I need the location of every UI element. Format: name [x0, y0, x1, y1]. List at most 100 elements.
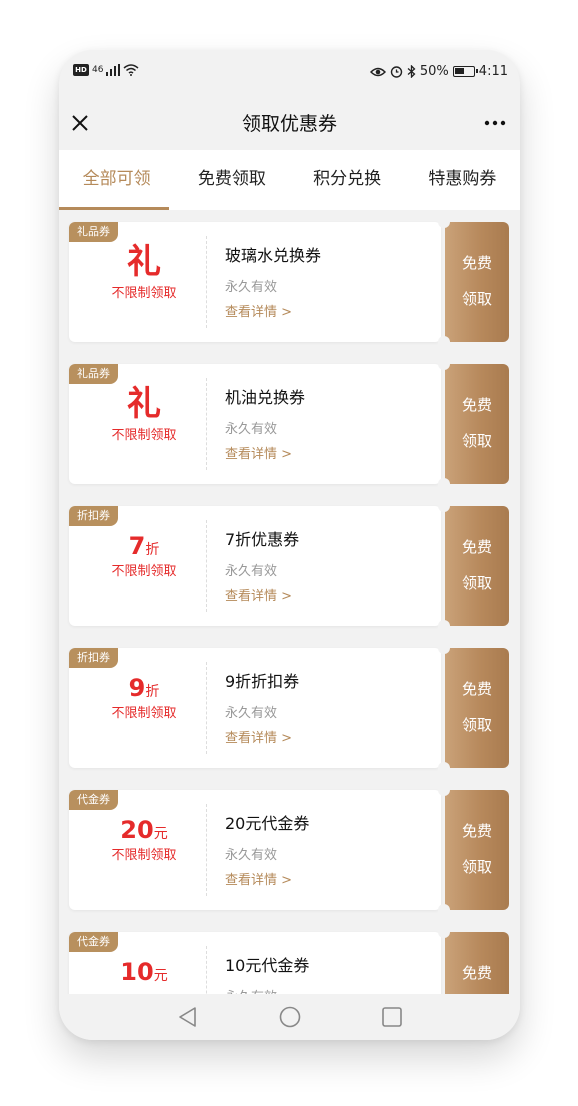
view-details-link[interactable]: 查看详情 >	[225, 301, 435, 320]
battery-icon	[452, 66, 478, 77]
nav-bar: 领取优惠券	[59, 96, 520, 150]
view-details-link[interactable]: 查看详情 >	[225, 585, 435, 604]
coupon-value: 10	[120, 958, 154, 986]
back-triangle-icon[interactable]	[175, 1004, 201, 1030]
coupon-unit: 元	[153, 968, 168, 984]
recents-square-icon[interactable]	[379, 1004, 405, 1030]
claim-label-line1: 免费	[461, 680, 492, 698]
claim-label-line1: 免费	[461, 396, 492, 414]
network-type: 46	[92, 65, 104, 75]
dashed-divider	[206, 236, 207, 328]
claim-button[interactable]: 免费 领取	[438, 642, 509, 774]
view-details-link[interactable]: 查看详情 >	[225, 727, 435, 746]
view-details-link[interactable]: 查看详情 >	[225, 869, 435, 888]
coupon-value: 20	[120, 816, 154, 844]
coupon-name: 7折优惠券	[225, 530, 300, 549]
coupon-name: 9折折扣券	[225, 672, 300, 691]
coupon-name: 玻璃水兑换券	[225, 246, 322, 265]
coupon-info: 9折折扣券 永久有效 查看详情 >	[225, 668, 435, 746]
coupon-info: 机油兑换券 永久有效 查看详情 >	[225, 384, 435, 462]
coupon-info: 20元代金券 永久有效 查看详情 >	[225, 810, 435, 888]
coupon-validity: 永久有效	[225, 280, 278, 295]
coupon-amount: 10元	[85, 958, 203, 986]
page-title: 领取优惠券	[241, 113, 337, 135]
tab-all[interactable]: 全部可领	[59, 150, 174, 210]
coupon-amount: 礼 不限制领取	[85, 242, 203, 301]
coupon-limit: 不限制领取	[111, 706, 177, 721]
coupon-unit: 折	[145, 542, 160, 558]
dashed-divider	[206, 520, 207, 612]
claim-label-line2: 领取	[461, 574, 492, 592]
battery-percent: 50%	[419, 64, 449, 79]
coupon-amount: 礼 不限制领取	[85, 384, 203, 443]
coupon-card: 礼品券 礼 不限制领取 机油兑换券 永久有效 查看详情 > 免费 领取	[69, 358, 509, 490]
coupon-value: 9	[128, 674, 146, 702]
coupon-amount: 7折 不限制领取	[85, 532, 203, 579]
coupon-validity: 永久有效	[225, 986, 435, 994]
coupon-body: 礼品券 礼 不限制领取 机油兑换券 永久有效 查看详情 >	[69, 364, 441, 484]
coupon-limit: 不限制领取	[111, 286, 177, 301]
coupon-info: 10元代金券 永久有效	[225, 952, 435, 994]
dashed-divider	[206, 946, 207, 994]
coupon-card: 折扣券 9折 不限制领取 9折折扣券 永久有效 查看详情 > 免费 领取	[69, 642, 509, 774]
claim-button[interactable]: 免费 领取	[438, 358, 509, 490]
tab-points[interactable]: 积分兑换	[290, 150, 405, 210]
coupon-unit: 元	[153, 826, 168, 842]
coupon-list[interactable]: 礼品券 礼 不限制领取 玻璃水兑换券 永久有效 查看详情 > 免费 领取 礼品券…	[59, 210, 520, 994]
coupon-body: 折扣券 9折 不限制领取 9折折扣券 永久有效 查看详情 >	[69, 648, 441, 768]
claim-label-line2: 领取	[461, 290, 492, 308]
hd-icon: HD	[73, 64, 89, 76]
coupon-name: 20元代金券	[225, 814, 310, 833]
bluetooth-icon	[407, 65, 416, 78]
coupon-value: 7	[128, 532, 146, 560]
coupon-type-badge: 折扣券	[69, 648, 118, 668]
status-bar: HD 46 50% 4:11	[59, 50, 520, 96]
wifi-icon	[123, 64, 139, 76]
coupon-type-badge: 折扣券	[69, 506, 118, 526]
coupon-amount: 9折 不限制领取	[85, 674, 203, 721]
phone-screen: HD 46 50% 4:11 领取优惠券 全部可领 免费领取 积分兑换 特惠购券…	[59, 50, 520, 1040]
claim-label-line1: 免费	[461, 964, 492, 982]
alarm-icon	[390, 66, 403, 78]
coupon-validity: 永久有效	[225, 848, 278, 863]
coupon-limit: 不限制领取	[111, 428, 177, 443]
coupon-limit: 不限制领取	[111, 564, 177, 579]
more-icon[interactable]	[480, 108, 510, 138]
dashed-divider	[206, 378, 207, 470]
coupon-info: 7折优惠券 永久有效 查看详情 >	[225, 526, 435, 604]
claim-button[interactable]: 免费 领取	[438, 784, 509, 916]
claim-button[interactable]: 免费 领取	[438, 500, 509, 632]
dashed-divider	[206, 804, 207, 896]
tab-free[interactable]: 免费领取	[174, 150, 289, 210]
eye-icon	[369, 67, 386, 76]
coupon-name: 10元代金券	[225, 956, 310, 975]
view-details-link[interactable]: 查看详情 >	[225, 443, 435, 462]
coupon-limit: 不限制领取	[111, 848, 177, 863]
dashed-divider	[206, 662, 207, 754]
category-tabs: 全部可领 免费领取 积分兑换 特惠购券	[59, 150, 520, 210]
coupon-body: 代金券 10元 10元代金券 永久有效	[69, 932, 441, 994]
coupon-validity: 永久有效	[225, 706, 278, 721]
coupon-card: 代金券 20元 不限制领取 20元代金券 永久有效 查看详情 > 免费 领取	[69, 784, 509, 916]
coupon-card: 礼品券 礼 不限制领取 玻璃水兑换券 永久有效 查看详情 > 免费 领取	[69, 216, 509, 348]
coupon-body: 折扣券 7折 不限制领取 7折优惠券 永久有效 查看详情 >	[69, 506, 441, 626]
claim-label-line2: 领取	[461, 858, 492, 876]
claim-label-line2: 领取	[461, 716, 492, 734]
home-circle-icon[interactable]	[277, 1004, 303, 1030]
coupon-type-badge: 代金券	[69, 932, 118, 952]
claim-label-line2: 领取	[461, 432, 492, 450]
system-navigation-bar	[59, 994, 520, 1040]
coupon-value: 礼	[127, 242, 161, 282]
tab-discount-buy[interactable]: 特惠购券	[405, 150, 520, 210]
coupon-type-badge: 代金券	[69, 790, 118, 810]
coupon-unit: 折	[145, 684, 160, 700]
coupon-type-badge: 礼品券	[69, 364, 118, 384]
claim-button[interactable]: 免费 领取	[438, 216, 509, 348]
clock: 4:11	[478, 64, 508, 79]
status-right: 50% 4:11	[369, 64, 508, 79]
coupon-body: 代金券 20元 不限制领取 20元代金券 永久有效 查看详情 >	[69, 790, 441, 910]
signal-icon	[106, 64, 121, 76]
coupon-card: 代金券 10元 10元代金券 永久有效 免费	[69, 926, 509, 994]
claim-label-line1: 免费	[461, 538, 492, 556]
claim-button[interactable]: 免费	[438, 926, 509, 994]
